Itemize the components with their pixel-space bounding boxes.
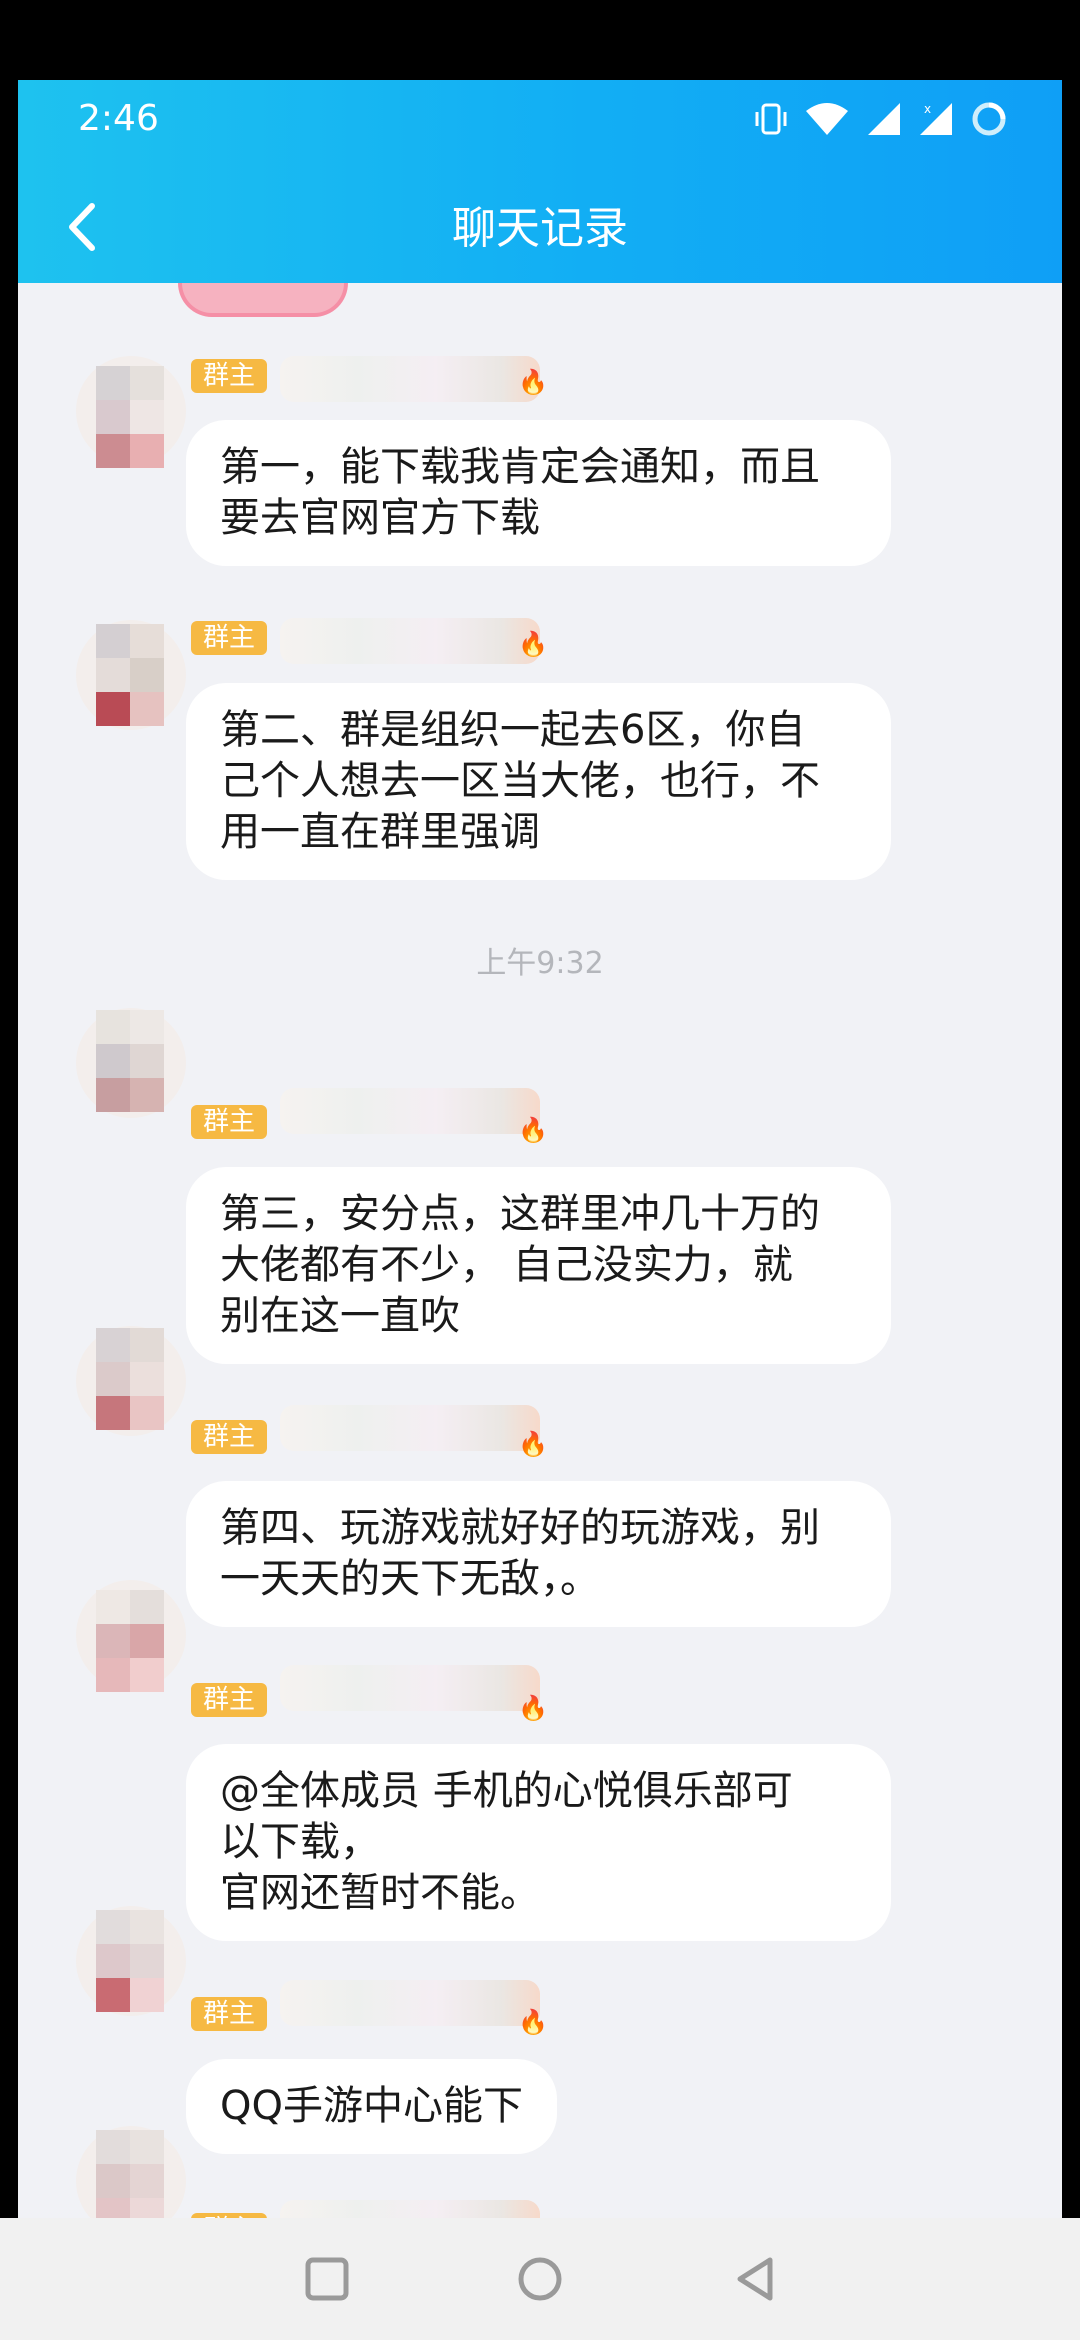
owner-badge: 群主 [191,1105,268,1139]
home-icon[interactable] [511,2250,569,2308]
crown-icon: 🔥 [518,1116,548,1144]
message-bubble[interactable]: 第三，安分点，这群里冲几十万的 大佬都有不少， 自己没实力，就 别在这一直吹 [186,1167,891,1364]
owner-badge: 群主 [191,1683,268,1717]
owner-badge: 群主 [191,621,268,655]
sticker-fragment [178,283,348,317]
recent-apps-icon[interactable] [298,2250,356,2308]
message-bubble[interactable]: @全体成员 手机的心悦俱乐部可 以下载， 官网还暂时不能。 [186,1744,891,1941]
owner-badge: 群主 [191,359,268,393]
sender-name-blurred [280,1980,540,2026]
sender-name-blurred [280,618,540,664]
crown-icon: 🔥 [518,2008,548,2036]
sender-name-blurred [280,1405,540,1451]
signal-2-icon: x [920,102,952,135]
avatar-mosaic [96,1910,164,2012]
status-time: 2:46 [78,98,159,139]
sender-name-blurred [280,1088,540,1134]
vibrate-icon [755,103,787,135]
avatar-mosaic [96,624,164,726]
header: 2:46 x 聊天记录 [18,80,1062,283]
sync-icon [972,102,1006,136]
page-title: 聊天记录 [452,203,628,254]
avatar-mosaic [96,1590,164,1692]
wifi-icon [806,103,848,135]
crown-icon: 🔥 [518,1694,548,1722]
message-bubble[interactable]: QQ手游中心能下 [186,2059,557,2154]
timestamp: 上午9:32 [476,946,604,981]
avatar-mosaic [96,1010,164,1112]
crown-icon: 🔥 [518,630,548,658]
back-icon[interactable] [726,2250,784,2308]
status-icons: x [754,100,1008,138]
sender-name-blurred [280,1665,540,1711]
svg-text:x: x [924,102,931,116]
message-bubble[interactable]: 第一，能下载我肯定会通知，而且 要去官网官方下载 [186,420,891,566]
system-navigation-bar [0,2218,1080,2340]
sender-name-blurred [280,356,540,402]
avatar-mosaic [96,2130,164,2232]
owner-badge: 群主 [191,1420,268,1454]
chat-history-screen: 2:46 x 聊天记录 群主 🔥 第一，能下载我肯定会通知，而且 要去官网官方下… [18,80,1062,2340]
message-bubble[interactable]: 第四、玩游戏就好好的玩游戏，别 一天天的天下无敌，。 [186,1481,891,1627]
crown-icon: 🔥 [518,1430,548,1458]
crown-icon: 🔥 [518,368,548,396]
avatar-mosaic [96,1328,164,1430]
avatar-mosaic [96,366,164,468]
message-bubble[interactable]: 第二、群是组织一起去6区，你自 己个人想去一区当大佬，也行，不 用一直在群里强调 [186,683,891,880]
signal-icon [868,103,900,135]
owner-badge: 群主 [191,1997,268,2031]
